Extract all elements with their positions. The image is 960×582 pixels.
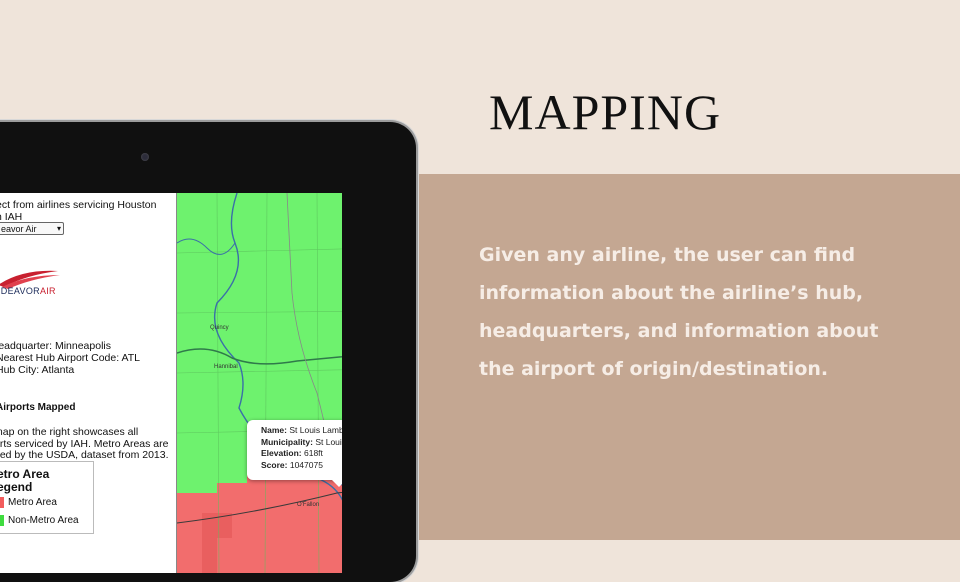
airline-select[interactable]: eavor Air ▾ — [0, 222, 64, 235]
camera-icon — [141, 153, 149, 161]
airports-mapped-heading: Airports Mapped — [0, 402, 76, 413]
logo-word: NDEAVOR — [0, 286, 40, 296]
headquarter-text: leadquarter: Minneapolis — [0, 340, 111, 352]
popup-municipality-label: Municipality: — [261, 436, 313, 447]
popup-name-value: St Louis Lambert Internat — [289, 425, 342, 435]
popup-municipality-value: St Louis — [315, 436, 342, 447]
popup-elevation-row: Elevation: 618ft — [261, 448, 342, 460]
highway-line — [177, 348, 342, 365]
chevron-down-icon: ▾ — [56, 224, 61, 233]
tablet-device: ect from airlines servicing Houston h IA… — [0, 122, 416, 582]
legend-title-line: egend — [0, 480, 33, 494]
airline-select-value: eavor Air — [1, 224, 37, 234]
popup-municipality-row: Municipality: St Louis — [261, 437, 342, 449]
popup-name-row: Name: St Louis Lambert Internat — [261, 425, 342, 437]
legend-metro: Metro Area — [0, 497, 57, 508]
map-legend: etro Area egend Metro Area Non-Metro Are… — [0, 461, 94, 534]
legend-nonmetro: Non-Metro Area — [0, 515, 79, 526]
description-line: ned by the USDA, dataset from 2013. — [0, 449, 169, 461]
popup-elevation-value: 618ft — [304, 448, 323, 458]
legend-title: etro Area egend — [0, 468, 92, 494]
legend-nonmetro-label: Non-Metro Area — [8, 515, 79, 526]
map-canvas: Quincy Hannibal O'Fallon Saint — [177, 193, 342, 573]
town-label-ofallon: O'Fallon — [297, 502, 319, 508]
nonmetro-swatch — [0, 515, 4, 526]
select-prompt-line: ect from airlines servicing Houston — [0, 199, 157, 211]
airline-info: leadquarter: Minneapolis Nearest Hub Air… — [0, 340, 140, 376]
logo-word-suffix: AIR — [39, 286, 56, 296]
hub-code-text: Nearest Hub Airport Code: ATL — [0, 352, 140, 364]
metro-area-region — [177, 468, 342, 573]
popup-score-value: 1047075 — [289, 459, 323, 470]
airports-description: map on the right showcases all orts serv… — [0, 426, 176, 462]
description-line: map on the right showcases all — [0, 426, 139, 438]
slide-body-text: Given any airline, the user can find inf… — [479, 244, 879, 380]
hub-city-text: Hub City: Atlanta — [0, 364, 75, 376]
airline-logo-wordmark: NDEAVORAIR — [0, 286, 56, 296]
legend-metro-label: Metro Area — [8, 497, 57, 508]
popup-name-label: Name: — [261, 425, 287, 435]
select-prompt: ect from airlines servicing Houston h IA… — [0, 199, 174, 223]
slide-title: MAPPING — [489, 84, 722, 140]
popup-tip — [331, 479, 342, 487]
airline-info-panel: ect from airlines servicing Houston h IA… — [0, 193, 176, 573]
town-label-quincy: Quincy — [210, 325, 229, 331]
metro-swatch — [0, 497, 4, 508]
tablet-screen: ect from airlines servicing Houston h IA… — [0, 193, 342, 573]
airport-popup: Name: St Louis Lambert Internat Municipa… — [247, 420, 342, 480]
popup-score-row: Score: 1047075 — [261, 460, 342, 472]
popup-score-label: Score: — [261, 459, 288, 470]
town-label-hannibal: Hannibal — [214, 364, 238, 370]
airport-map[interactable]: Quincy Hannibal O'Fallon Saint Name: St … — [177, 193, 342, 573]
popup-elevation-label: Elevation: — [261, 448, 302, 458]
